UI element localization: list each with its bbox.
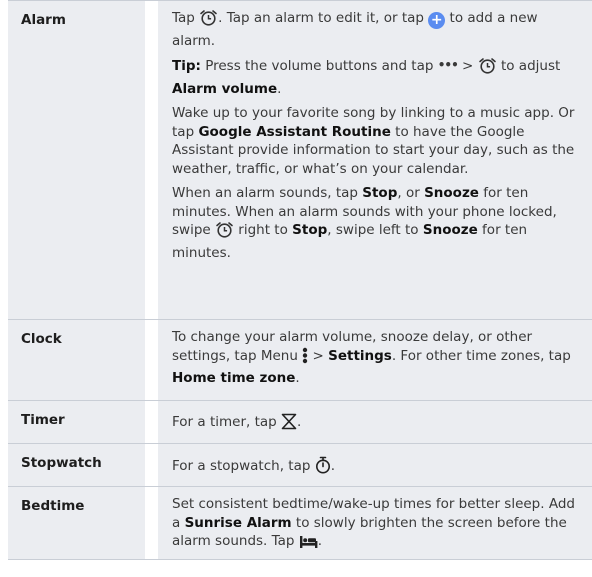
table-row-timer: Timer For a timer, tap . (8, 401, 592, 444)
row-label-alarm: Alarm (8, 1, 145, 319)
plus-circle-icon: + (428, 12, 446, 29)
alarm-clock-icon (199, 9, 218, 32)
alarm-paragraph-1: Tap . Tap an alarm to edit it, or tap + … (172, 9, 538, 49)
alarm-clock-icon (215, 221, 234, 244)
row-content-clock: To change your alarm volume, snooze dela… (158, 320, 592, 400)
clock-help-table: Alarm Tap . Tap an alarm to edit it, or … (8, 0, 592, 560)
bed-icon (299, 535, 318, 555)
row-content-alarm: Tap . Tap an alarm to edit it, or tap + … (158, 1, 592, 319)
table-row-stopwatch: Stopwatch For a stopwatch, tap . (8, 444, 592, 487)
alarm-paragraph-4: When an alarm sounds, tap Stop, or Snooz… (172, 185, 557, 261)
table-row-alarm: Alarm Tap . Tap an alarm to edit it, or … (8, 0, 592, 320)
alarm-clock-icon (478, 57, 497, 80)
row-content-stopwatch: For a stopwatch, tap . (158, 444, 592, 486)
alarm-paragraph-2: Tip: Press the volume buttons and tap ••… (172, 57, 561, 97)
row-content-bedtime: Set consistent bedtime/wake-up times for… (158, 487, 592, 559)
alarm-paragraph-3: Wake up to your favorite song by linking… (172, 105, 575, 177)
table-row-bedtime: Bedtime Set consistent bedtime/wake-up t… (8, 487, 592, 560)
more-dots-icon: ••• (437, 58, 459, 72)
stopwatch-icon (315, 456, 331, 480)
row-label-stopwatch: Stopwatch (8, 444, 145, 486)
row-label-timer: Timer (8, 401, 145, 443)
row-label-clock: Clock (8, 320, 145, 400)
hourglass-icon (281, 413, 297, 436)
row-label-bedtime: Bedtime (8, 487, 145, 559)
row-content-timer: For a timer, tap . (158, 401, 592, 443)
table-row-clock: Clock To change your alarm volume, snooz… (8, 320, 592, 401)
